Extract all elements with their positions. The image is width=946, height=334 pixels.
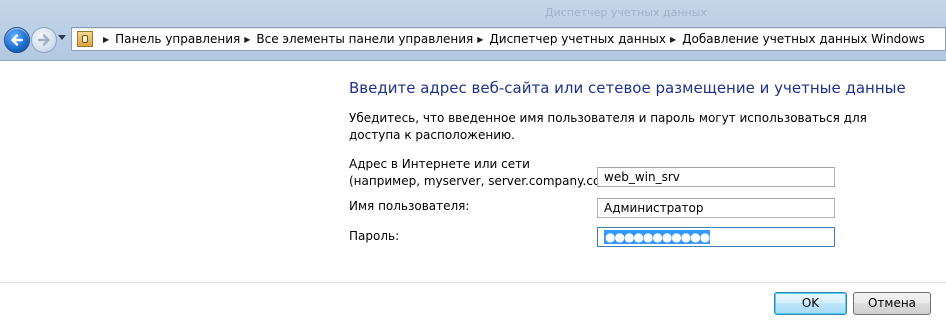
back-button[interactable] <box>4 27 30 53</box>
password-input[interactable]: ●●●●●●●●●●● <box>597 227 835 247</box>
breadcrumb-arrow-icon[interactable]: ▶ <box>670 35 676 44</box>
address-input[interactable]: web_win_srv <box>597 167 835 187</box>
window-title: Диспетчер учетных данных <box>545 6 707 19</box>
breadcrumb-arrow-icon[interactable]: ▶ <box>244 35 250 44</box>
breadcrumb-arrow-icon[interactable]: ▶ <box>103 35 109 44</box>
breadcrumb-arrow-icon[interactable]: ▶ <box>477 35 483 44</box>
page-title: Введите адрес веб-сайта или сетевое разм… <box>349 79 906 97</box>
username-input[interactable]: Администратор <box>597 198 835 218</box>
username-label: Имя пользователя: <box>349 199 470 213</box>
password-label: Пароль: <box>349 229 400 243</box>
breadcrumb-item[interactable]: ▶ Диспетчер учетных данных <box>473 32 666 46</box>
forward-arrow-icon <box>37 34 50 46</box>
address-label: Адрес в Интернете или сети (например, my… <box>349 157 621 188</box>
ok-button[interactable]: OK <box>774 292 847 315</box>
footer-divider <box>0 282 946 283</box>
breadcrumb[interactable]: ▶ Панель управления ▶ Все элементы панел… <box>71 27 946 51</box>
breadcrumb-item[interactable]: ▶ Добавление учетных данных Windows <box>666 32 925 46</box>
control-panel-icon <box>77 31 93 47</box>
page-description: Убедитесь, что введенное имя пользовател… <box>349 111 867 142</box>
breadcrumb-item[interactable]: ▶ Все элементы панели управления <box>240 32 473 46</box>
cancel-button[interactable]: Отмена <box>853 292 931 315</box>
back-arrow-icon <box>11 34 24 46</box>
chevron-down-icon[interactable] <box>58 35 66 40</box>
window-chrome: Диспетчер учетных данных ▶ Панель управл… <box>0 0 946 61</box>
forward-button[interactable] <box>31 27 57 53</box>
password-mask: ●●●●●●●●●●● <box>604 230 710 244</box>
breadcrumb-item[interactable]: ▶ Панель управления <box>99 32 240 46</box>
